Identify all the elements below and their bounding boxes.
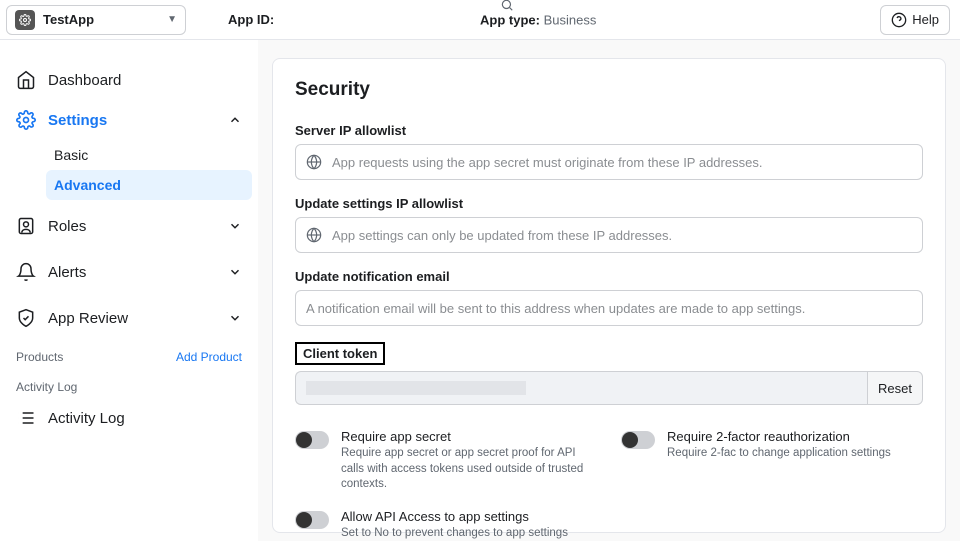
sidebar-subitem-advanced[interactable]: Advanced <box>46 170 252 200</box>
update-ip-input[interactable]: App settings can only be updated from th… <box>295 217 923 253</box>
globe-icon <box>306 154 322 170</box>
sidebar-item-label: Activity Log <box>48 410 125 427</box>
app-icon <box>15 10 35 30</box>
activity-log-section-label: Activity Log <box>6 368 252 398</box>
chevron-up-icon <box>228 113 242 127</box>
toggle-title: Require 2-factor reauthorization <box>667 429 891 444</box>
toggle-require-app-secret: Require app secret Require app secret or… <box>295 429 597 493</box>
server-ip-input[interactable]: App requests using the app secret must o… <box>295 144 923 180</box>
help-label: Help <box>912 12 939 27</box>
sidebar-item-label: Roles <box>48 218 86 235</box>
products-label: Products <box>16 350 63 364</box>
globe-icon <box>306 227 322 243</box>
client-token-field[interactable] <box>295 371 867 405</box>
app-type-label: App type: <box>480 12 540 27</box>
search-icon[interactable] <box>500 0 514 12</box>
app-selector[interactable]: TestApp ▼ <box>6 5 186 35</box>
main-content: Security Server IP allowlist App request… <box>258 40 960 541</box>
sidebar-item-settings[interactable]: Settings <box>6 100 252 140</box>
toggle-allow-api: Allow API Access to app settings Set to … <box>295 509 597 541</box>
sidebar-item-label: Settings <box>48 112 107 129</box>
bell-icon <box>16 262 36 282</box>
toggle-switch[interactable] <box>295 511 329 529</box>
sidebar-item-app-review[interactable]: App Review <box>6 298 252 338</box>
caret-down-icon: ▼ <box>167 14 177 25</box>
sidebar-item-activity-log[interactable]: Activity Log <box>6 398 252 438</box>
token-mask <box>306 381 526 395</box>
shield-check-icon <box>16 308 36 328</box>
server-ip-label: Server IP allowlist <box>295 123 923 138</box>
notify-email-placeholder: A notification email will be sent to thi… <box>306 301 805 316</box>
list-icon <box>16 408 36 428</box>
client-token-label: Client token <box>295 342 385 365</box>
help-button[interactable]: Help <box>880 5 950 35</box>
server-ip-placeholder: App requests using the app secret must o… <box>332 155 762 170</box>
help-icon <box>891 12 907 28</box>
app-id-label: App ID: <box>228 12 274 27</box>
user-badge-icon <box>16 216 36 236</box>
app-name: TestApp <box>43 12 94 27</box>
toggle-require-2fa: Require 2-factor reauthorization Require… <box>621 429 923 493</box>
toggle-desc: Require app secret or app secret proof f… <box>341 446 597 493</box>
chevron-down-icon <box>228 219 242 233</box>
update-ip-placeholder: App settings can only be updated from th… <box>332 228 672 243</box>
chevron-down-icon <box>228 265 242 279</box>
notify-email-label: Update notification email <box>295 269 923 284</box>
sidebar-item-label: Alerts <box>48 264 86 281</box>
sidebar-item-alerts[interactable]: Alerts <box>6 252 252 292</box>
gear-icon <box>16 110 36 130</box>
toggle-title: Require app secret <box>341 429 597 444</box>
sidebar-item-label: App Review <box>48 310 128 327</box>
sidebar-item-label: Dashboard <box>48 72 121 89</box>
toggle-switch[interactable] <box>295 431 329 449</box>
app-type-value: Business <box>544 12 597 27</box>
sidebar: Dashboard Settings Basic Advanced Roles … <box>0 40 258 541</box>
add-product-link[interactable]: Add Product <box>176 350 242 364</box>
sidebar-item-roles[interactable]: Roles <box>6 206 252 246</box>
notify-email-input[interactable]: A notification email will be sent to thi… <box>295 290 923 326</box>
chevron-down-icon <box>228 311 242 325</box>
update-ip-label: Update settings IP allowlist <box>295 196 923 211</box>
page-title: Security <box>295 79 923 101</box>
sidebar-subitem-basic[interactable]: Basic <box>46 140 252 170</box>
toggle-desc: Require 2-fac to change application sett… <box>667 446 891 462</box>
app-type: App type: Business <box>480 12 596 27</box>
toggle-desc: Set to No to prevent changes to app sett… <box>341 526 597 541</box>
home-icon <box>16 70 36 90</box>
sidebar-item-dashboard[interactable]: Dashboard <box>6 60 252 100</box>
toggle-switch[interactable] <box>621 431 655 449</box>
toggle-title: Allow API Access to app settings <box>341 509 597 524</box>
reset-button[interactable]: Reset <box>867 371 923 405</box>
